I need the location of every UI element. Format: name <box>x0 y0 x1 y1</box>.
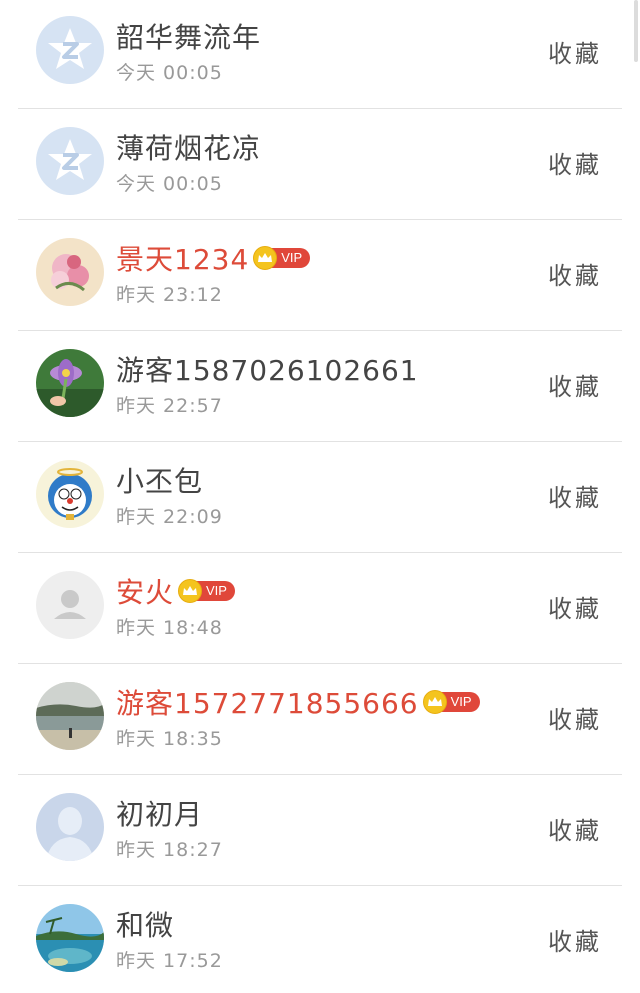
timestamp: 昨天 23:12 <box>116 284 223 306</box>
cartoon-avatar-image <box>36 460 104 528</box>
favorite-button[interactable]: 收藏 <box>548 811 602 846</box>
qzone-star-icon <box>36 16 104 84</box>
scrollbar-thumb[interactable] <box>634 0 638 62</box>
favorite-button[interactable]: 收藏 <box>548 700 602 735</box>
favorite-button[interactable]: 收藏 <box>548 256 602 291</box>
user-name: 和微 <box>116 904 174 944</box>
timestamp: 今天 00:05 <box>116 173 223 195</box>
list-item[interactable]: 游客1587026102661 昨天 22:57 收藏 <box>0 331 640 442</box>
user-name-text: 景天1234 <box>116 243 250 276</box>
favorite-button[interactable]: 收藏 <box>548 34 602 69</box>
list-item[interactable]: 景天1234 VIP 昨天 23:12 收藏 <box>0 220 640 331</box>
avatar[interactable] <box>36 682 104 750</box>
list-item[interactable]: 初初月 昨天 18:27 收藏 <box>0 775 640 886</box>
favorites-list: 韶华舞流年 今天 00:05 收藏 薄荷烟花凉 今天 00:05 收藏 景天12… <box>0 0 640 993</box>
user-name-text: 游客1572771855666 <box>116 687 419 720</box>
favorite-button[interactable]: 收藏 <box>548 367 602 402</box>
avatar[interactable] <box>36 793 104 861</box>
crown-icon <box>422 690 447 714</box>
favorite-button[interactable]: 收藏 <box>548 589 602 624</box>
timestamp: 昨天 18:35 <box>116 728 223 750</box>
favorite-button[interactable]: 收藏 <box>548 145 602 180</box>
avatar[interactable] <box>36 238 104 306</box>
user-name-text: 小丕包 <box>116 465 204 498</box>
timestamp: 昨天 17:52 <box>116 950 223 972</box>
timestamp: 昨天 18:27 <box>116 839 223 861</box>
avatar[interactable] <box>36 904 104 972</box>
qzone-star-icon <box>36 127 104 195</box>
purple-flower-avatar-image <box>36 349 104 417</box>
list-item[interactable]: 游客1572771855666 VIP 昨天 18:35 收藏 <box>0 664 640 775</box>
avatar[interactable] <box>36 571 104 639</box>
crown-icon <box>178 579 203 603</box>
timestamp: 昨天 18:48 <box>116 617 223 639</box>
timestamp: 昨天 22:57 <box>116 395 223 417</box>
list-item[interactable]: 韶华舞流年 今天 00:05 收藏 <box>0 0 640 109</box>
user-name-text: 游客1587026102661 <box>116 354 419 387</box>
user-name-text: 和微 <box>116 909 175 942</box>
user-name-text: 韶华舞流年 <box>116 21 262 54</box>
user-name: 韶华舞流年 <box>116 16 261 56</box>
user-name: 安火 VIP <box>116 571 235 611</box>
vip-badge: VIP <box>178 579 235 603</box>
island-avatar-image <box>36 904 104 972</box>
timestamp: 今天 00:05 <box>116 62 223 84</box>
avatar[interactable] <box>36 460 104 528</box>
default-person-icon <box>36 793 104 861</box>
user-name-text: 安火 <box>116 576 175 609</box>
beach-avatar-image <box>36 682 104 750</box>
timestamp: 昨天 22:09 <box>116 506 223 528</box>
flower-avatar-image <box>36 238 104 306</box>
avatar[interactable] <box>36 16 104 84</box>
favorite-button[interactable]: 收藏 <box>548 478 602 513</box>
user-name: 游客1587026102661 <box>116 349 419 389</box>
user-name: 小丕包 <box>116 460 203 500</box>
list-item[interactable]: 小丕包 昨天 22:09 收藏 <box>0 442 640 553</box>
vip-badge: VIP <box>253 246 311 270</box>
avatar[interactable] <box>36 127 104 195</box>
user-name: 初初月 <box>116 793 203 833</box>
user-name: 景天1234 VIP <box>116 238 311 278</box>
list-item[interactable]: 安火 VIP 昨天 18:48 收藏 <box>0 553 640 664</box>
avatar[interactable] <box>36 349 104 417</box>
user-name: 游客1572771855666 VIP <box>116 682 480 722</box>
list-item[interactable]: 薄荷烟花凉 今天 00:05 收藏 <box>0 109 640 220</box>
vip-badge: VIP <box>422 690 480 714</box>
default-avatar-icon <box>36 571 104 639</box>
user-name: 薄荷烟花凉 <box>116 127 261 167</box>
user-name-text: 初初月 <box>116 798 204 831</box>
list-item[interactable]: 和微 昨天 17:52 收藏 <box>0 886 640 993</box>
user-name-text: 薄荷烟花凉 <box>116 132 262 165</box>
favorite-button[interactable]: 收藏 <box>548 922 602 957</box>
